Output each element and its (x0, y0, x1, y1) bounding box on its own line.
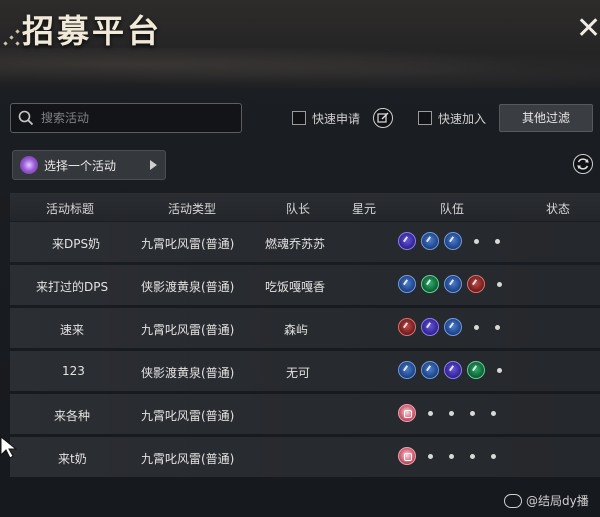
edit-button[interactable] (373, 108, 393, 128)
activity-select[interactable]: 选择一个活动 (12, 150, 166, 180)
member-purple-icon[interactable] (421, 318, 439, 336)
activity-orb-icon (20, 156, 38, 174)
window-title: 招募平台 (22, 12, 163, 50)
quick-join-label: 快速加入 (438, 111, 487, 126)
empty-slot-dot (491, 410, 496, 416)
search-input[interactable] (41, 111, 231, 125)
header-leader[interactable]: 队长 (286, 200, 310, 217)
search-box[interactable] (10, 103, 242, 133)
row-team (398, 232, 509, 250)
row-leader: 吃饭嘎嘎香 (265, 280, 326, 294)
member-pink-icon[interactable] (398, 447, 416, 465)
watermark-text: @结局dy播 (526, 494, 589, 508)
member-blue-icon[interactable] (398, 361, 416, 379)
row-type: 九霄叱风雷(普通) (141, 323, 235, 337)
member-green-icon[interactable] (421, 275, 439, 293)
member-purple-icon[interactable] (398, 232, 416, 250)
empty-slot-dot (495, 238, 500, 244)
quick-apply-option[interactable]: 快速申请 (292, 109, 360, 127)
member-red-icon[interactable] (398, 318, 416, 336)
watermark: @结局dy播 (504, 492, 589, 509)
close-button[interactable]: ✕ (576, 14, 600, 44)
recruitment-window: 招募平台 ✕ 快速申请 快速加入 其他过滤 选择一个活动 (0, 0, 600, 517)
header-stars[interactable]: 星元 (352, 200, 376, 217)
row-team (398, 404, 505, 422)
table-header: 活动标题 活动类型 队长 星元 队伍 状态 (10, 193, 600, 221)
member-green-icon[interactable] (467, 361, 485, 379)
row-title: 来打过的DPS (36, 280, 109, 294)
empty-slot-dot (491, 453, 496, 459)
table-row[interactable]: 123 侠影渡黄泉(普通) 无可 (10, 351, 600, 391)
row-title: 速来 (60, 323, 85, 337)
chevron-right-icon (150, 160, 157, 170)
quick-join-option[interactable]: 快速加入 (418, 109, 486, 127)
mouse-cursor-icon (0, 436, 18, 459)
row-leader: 森屿 (284, 323, 309, 337)
member-purple-icon[interactable] (444, 361, 462, 379)
member-blue-icon[interactable] (444, 318, 462, 336)
quick-join-checkbox[interactable] (418, 111, 432, 125)
close-icon: ✕ (576, 11, 600, 46)
row-type: 九霄叱风雷(普通) (141, 409, 235, 423)
member-blue-icon[interactable] (398, 275, 416, 293)
empty-slot-dot (470, 410, 475, 416)
row-type: 九霄叱风雷(普通) (141, 237, 235, 251)
header-team[interactable]: 队伍 (440, 200, 464, 217)
edit-icon (377, 112, 389, 123)
search-icon (11, 104, 41, 132)
row-title: 123 (62, 364, 85, 378)
row-type: 侠影渡黄泉(普通) (141, 366, 235, 380)
member-blue-icon[interactable] (421, 232, 439, 250)
empty-slot-dot (497, 367, 502, 373)
other-filters-button[interactable]: 其他过滤 (499, 104, 593, 132)
empty-slot-dot (495, 324, 500, 330)
table-row[interactable]: 来t奶 九霄叱风雷(普通) (10, 437, 600, 477)
member-pink-icon[interactable] (398, 404, 416, 422)
row-leader: 燃魂乔苏苏 (265, 237, 326, 251)
empty-slot-dot (470, 453, 475, 459)
row-title: 来DPS奶 (52, 237, 101, 251)
refresh-icon (577, 158, 589, 170)
table-row[interactable]: 来各种 九霄叱风雷(普通) (10, 394, 600, 434)
quick-apply-checkbox[interactable] (292, 111, 306, 125)
empty-slot-dot (474, 324, 479, 330)
header-type[interactable]: 活动类型 (168, 200, 216, 217)
row-title: 来各种 (54, 409, 91, 423)
row-type: 侠影渡黄泉(普通) (141, 280, 235, 294)
activity-select-label: 选择一个活动 (44, 158, 117, 173)
header-status[interactable]: 状态 (546, 200, 570, 217)
row-team (398, 275, 511, 293)
row-title: 来t奶 (58, 452, 87, 466)
empty-slot-dot (428, 410, 433, 416)
recruit-list: 来DPS奶 九霄叱风雷(普通) 燃魂乔苏苏 来打过的DPS 侠影渡黄泉(普通) … (10, 222, 600, 480)
empty-slot-dot (497, 281, 502, 287)
table-row[interactable]: 来打过的DPS 侠影渡黄泉(普通) 吃饭嘎嘎香 (10, 265, 600, 305)
empty-slot-dot (449, 453, 454, 459)
row-type: 九霄叱风雷(普通) (141, 452, 235, 466)
member-red-icon[interactable] (467, 275, 485, 293)
table-row[interactable]: 来DPS奶 九霄叱风雷(普通) 燃魂乔苏苏 (10, 222, 600, 262)
empty-slot-dot (449, 410, 454, 416)
row-team (398, 318, 509, 336)
member-blue-icon[interactable] (444, 275, 462, 293)
table-row[interactable]: 速来 九霄叱风雷(普通) 森屿 (10, 308, 600, 348)
quick-apply-label: 快速申请 (312, 111, 361, 126)
row-leader: 无可 (286, 366, 311, 380)
empty-slot-dot (474, 238, 479, 244)
empty-slot-dot (428, 453, 433, 459)
member-blue-icon[interactable] (444, 232, 462, 250)
row-team (398, 447, 505, 465)
refresh-button[interactable] (573, 154, 593, 174)
chat-bubble-icon (504, 493, 522, 508)
member-blue-icon[interactable] (421, 361, 439, 379)
header-title[interactable]: 活动标题 (46, 200, 94, 217)
row-team (398, 361, 511, 379)
